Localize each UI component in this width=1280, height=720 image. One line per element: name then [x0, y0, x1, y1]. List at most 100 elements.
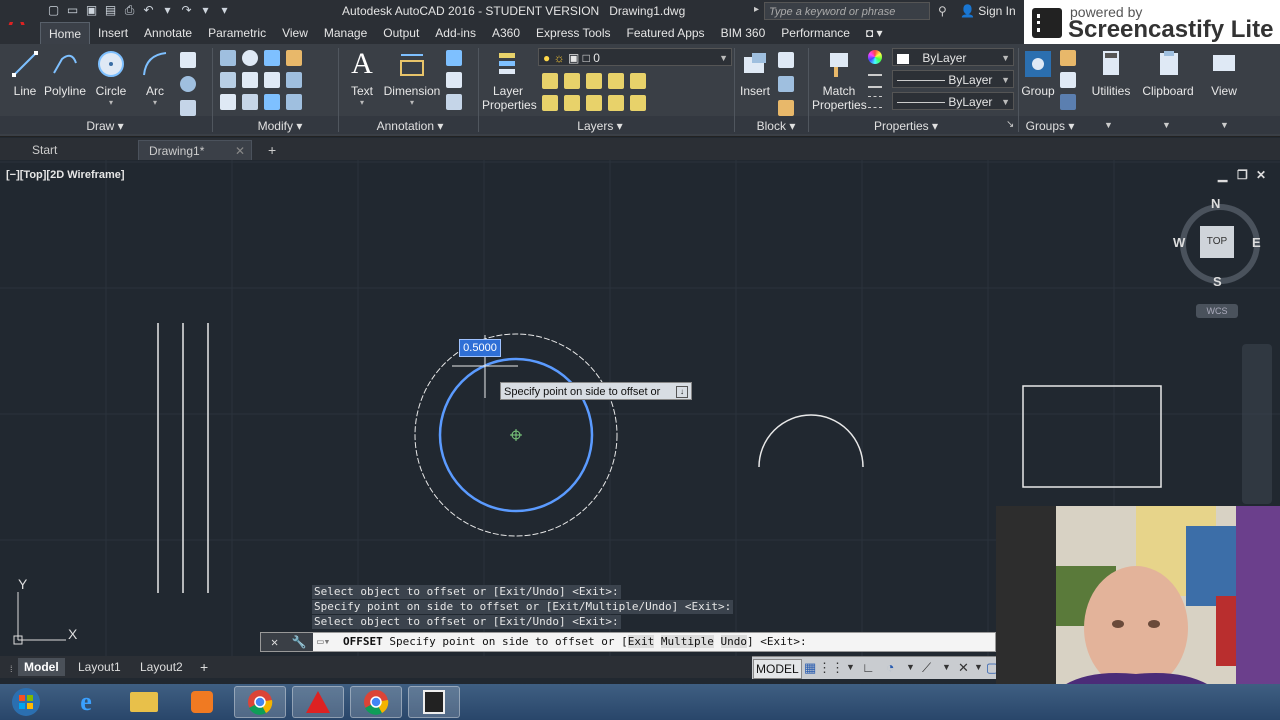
redo-dropdown-icon[interactable]: ▾ — [198, 3, 213, 18]
layer-freeze-icon[interactable] — [586, 73, 602, 89]
tab-layout2[interactable]: Layout2 — [134, 658, 189, 676]
taskbar-file-explorer[interactable] — [118, 686, 170, 718]
layer-properties-button[interactable]: Layer Properties — [482, 48, 537, 112]
undo-dropdown-icon[interactable]: ▾ — [160, 3, 175, 18]
properties-panel-title[interactable]: Properties ▾ — [866, 118, 946, 134]
compass-south[interactable]: S — [1213, 274, 1222, 289]
binoculars-icon[interactable]: ⚲ — [938, 4, 947, 18]
region-icon[interactable] — [180, 100, 196, 116]
polyline-button[interactable]: Polyline — [42, 48, 88, 98]
layer-unisolate-icon[interactable] — [564, 95, 580, 111]
clipboard-dropdown-icon[interactable]: ▼ — [1162, 120, 1171, 130]
table-icon[interactable] — [446, 94, 462, 110]
open-file-icon[interactable]: ▭ — [65, 3, 80, 18]
fillet-icon[interactable] — [264, 72, 280, 88]
tab-add-ins[interactable]: Add-ins — [427, 22, 484, 44]
lineweight-dropdown[interactable]: ByLayer ▼ — [892, 70, 1014, 88]
match-layer-icon[interactable] — [630, 95, 646, 111]
mirror-icon[interactable] — [242, 72, 258, 88]
viewport-controls-label[interactable]: [−][Top][2D Wireframe] — [6, 169, 125, 181]
tab-view[interactable]: View — [274, 22, 316, 44]
modify-panel-title[interactable]: Modify ▾ — [240, 118, 320, 134]
layer-isolate-icon[interactable] — [564, 73, 580, 89]
close-icon[interactable]: ✕ — [271, 635, 278, 649]
sign-in-button[interactable]: 👤 Sign In — [960, 4, 1016, 18]
ribbon-options-icon[interactable]: ◘ ▾ — [858, 22, 891, 44]
option-exit[interactable]: Exit — [627, 635, 655, 648]
dimension-button[interactable]: Dimension ▾ — [382, 48, 442, 107]
create-block-icon[interactable] — [778, 52, 794, 68]
tab-manage[interactable]: Manage — [316, 22, 375, 44]
compass-east[interactable]: E — [1252, 235, 1261, 250]
stretch-icon[interactable] — [220, 94, 236, 110]
utilities-dropdown-icon[interactable]: ▼ — [1104, 120, 1113, 130]
undo-icon[interactable]: ↶ — [141, 3, 156, 18]
snap-icon[interactable]: ⋮⋮ — [818, 660, 844, 676]
circle-button[interactable]: Circle ▾ — [94, 48, 128, 107]
wcs-menu[interactable]: WCS — [1196, 304, 1238, 318]
polar-dropdown-icon[interactable]: ▼ — [906, 662, 915, 672]
isodraft-icon[interactable]: ⟋ — [922, 660, 931, 676]
block-panel-title[interactable]: Block ▾ — [746, 118, 806, 134]
copy-icon[interactable] — [220, 72, 236, 88]
linetype-icon[interactable] — [868, 96, 882, 108]
annotation-panel-title[interactable]: Annotation ▾ — [360, 118, 460, 134]
options-down-arrow-icon[interactable]: ↓ — [676, 386, 688, 398]
new-tab-plus-icon[interactable]: + — [258, 140, 286, 160]
wrench-icon[interactable]: 🔧 — [291, 635, 306, 649]
trim-icon[interactable] — [264, 50, 280, 66]
taskbar-autocad[interactable] — [292, 686, 344, 718]
polar-tracking-icon[interactable]: ◔ — [886, 659, 894, 675]
layers-panel-title[interactable]: Layers ▾ — [560, 118, 640, 134]
save-as-icon[interactable]: ▤ — [103, 3, 118, 18]
command-line[interactable]: ✕ 🔧 ▭▾ OFFSET Specify point on side to o… — [260, 632, 996, 652]
navigation-bar[interactable] — [1242, 344, 1272, 504]
hatch-icon[interactable] — [180, 76, 196, 92]
leader-icon[interactable] — [446, 72, 462, 88]
erase-icon[interactable] — [286, 50, 302, 66]
tab-start[interactable]: Start — [22, 140, 67, 160]
restore-viewport-icon[interactable]: ❐ — [1237, 168, 1248, 182]
taskbar-chrome-2[interactable] — [350, 686, 402, 718]
viewcube[interactable]: TOP N S E W — [1173, 196, 1261, 289]
tab-parametric[interactable]: Parametric — [200, 22, 274, 44]
groups-panel-title[interactable]: Groups ▾ — [1022, 118, 1078, 134]
taskbar-chrome-1[interactable] — [234, 686, 286, 718]
grid-icon[interactable]: ▦ — [804, 660, 816, 676]
explode-icon[interactable] — [286, 72, 302, 88]
taskbar-media-player[interactable] — [176, 686, 228, 718]
rectangle-icon[interactable] — [180, 52, 196, 68]
line-button[interactable]: Line — [8, 48, 42, 98]
close-viewport-icon[interactable]: ✕ — [1256, 168, 1266, 182]
layer-unlock-icon[interactable] — [608, 95, 624, 111]
tab-performance[interactable]: Performance — [773, 22, 858, 44]
linear-dimension-icon[interactable] — [446, 50, 462, 66]
color-wheel-icon[interactable] — [868, 50, 882, 64]
text-button[interactable]: A Text ▾ — [344, 47, 380, 107]
layer-thaw-icon[interactable] — [586, 95, 602, 111]
tab-annotate[interactable]: Annotate — [136, 22, 200, 44]
edit-block-icon[interactable] — [778, 76, 794, 92]
object-snap-tracking-icon[interactable]: ✕ — [958, 660, 969, 676]
tab-output[interactable]: Output — [375, 22, 427, 44]
insert-button[interactable]: Insert — [736, 48, 774, 98]
linetype-dropdown[interactable]: ByLayer ▼ — [892, 92, 1014, 110]
group-selection-icon[interactable] — [1060, 94, 1076, 110]
dynamic-input-field[interactable]: 0.5000 — [459, 339, 501, 357]
move-icon[interactable] — [220, 50, 236, 66]
layer-lock-icon[interactable] — [608, 73, 624, 89]
add-layout-plus-icon[interactable]: + — [194, 658, 214, 676]
draw-panel-title[interactable]: Draw ▾ — [60, 118, 150, 134]
tab-layout1[interactable]: Layout1 — [72, 658, 127, 676]
tab-express-tools[interactable]: Express Tools — [528, 22, 618, 44]
group-edit-icon[interactable] — [1060, 72, 1076, 88]
edit-attributes-icon[interactable] — [778, 100, 794, 116]
ortho-icon[interactable]: ∟ — [862, 660, 875, 675]
new-file-icon[interactable]: ▢ — [46, 3, 61, 18]
tab-bim-360[interactable]: BIM 360 — [713, 22, 774, 44]
match-properties-button[interactable]: Match Properties — [812, 48, 867, 112]
option-undo[interactable]: Undo — [720, 635, 748, 648]
arc-button[interactable]: Arc ▾ — [138, 48, 172, 107]
layout-scroll-icon[interactable]: ⁞ — [4, 660, 19, 678]
make-current-icon[interactable] — [630, 73, 646, 89]
